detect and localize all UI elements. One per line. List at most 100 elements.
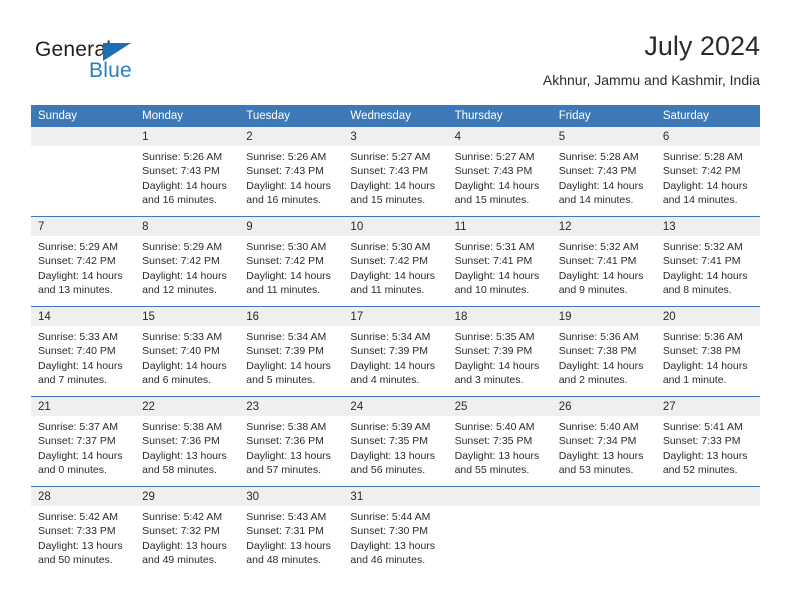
calendar-day-cell[interactable]: 9 Sunrise: 5:30 AM Sunset: 7:42 PM Daylight… [239, 216, 344, 307]
sunrise-text: Sunrise: 5:29 AM [38, 241, 118, 253]
day-number: 12 [551, 217, 656, 236]
sunrise-text: Sunrise: 5:35 AM [454, 331, 535, 343]
logo-text-blue: Blue [89, 59, 132, 82]
calendar-day-cell[interactable]: 1 Sunrise: 5:26 AM Sunset: 7:43 PM Daylight… [135, 127, 240, 217]
calendar-day-cell[interactable]: 2 Sunrise: 5:26 AM Sunset: 7:43 PM Daylight… [239, 127, 344, 217]
calendar-day-cell[interactable]: 7 Sunrise: 5:29 AM Sunset: 7:42 PM Daylight… [31, 216, 136, 307]
sunrise-text: Sunrise: 5:38 AM [246, 421, 327, 433]
day-number: 17 [343, 307, 448, 326]
calendar-day-cell[interactable]: 18 Sunrise: 5:35 AM Sunset: 7:39 PM Dayligh… [447, 306, 552, 397]
sunset-text: Sunset: 7:39 PM [246, 345, 324, 358]
day-number [31, 127, 136, 146]
calendar-day-cell[interactable]: 3 Sunrise: 5:27 AM Sunset: 7:43 PM Daylight… [343, 127, 448, 217]
calendar-day-cell[interactable]: 29 Sunrise: 5:42 AM Sunset: 7:32 PM Dayligh… [135, 486, 240, 576]
day-number: 24 [343, 397, 448, 416]
calendar-day-cell[interactable]: 8 Sunrise: 5:29 AM Sunset: 7:42 PM Daylight… [135, 216, 240, 307]
day-cell-content: 26 Sunrise: 5:40 AM Sunset: 7:34 PM Dayligh… [551, 397, 656, 486]
calendar-day-cell[interactable]: 27 Sunrise: 5:41 AM Sunset: 7:33 PM Dayligh… [655, 396, 760, 487]
calendar-day-cell[interactable]: 24 Sunrise: 5:39 AM Sunset: 7:35 PM Dayligh… [343, 396, 448, 487]
daylight-text-line2: and 53 minutes. [558, 463, 634, 476]
daylight-text-line1: Daylight: 13 hours [246, 539, 331, 552]
calendar-day-cell [551, 486, 656, 576]
daylight-text-line1: Daylight: 14 hours [350, 179, 436, 192]
calendar-day-cell[interactable]: 5 Sunrise: 5:28 AM Sunset: 7:43 PM Daylight… [551, 127, 656, 217]
day-number: 4 [447, 127, 552, 146]
calendar-day-cell[interactable]: 12 Sunrise: 5:32 AM Sunset: 7:41 PM Dayligh… [551, 216, 656, 307]
daylight-text-line2: and 16 minutes. [142, 193, 217, 206]
day-number: 16 [239, 307, 344, 326]
day-details: Sunrise: 5:38 AM Sunset: 7:36 PM Daylight:… [239, 416, 343, 477]
daylight-text-line1: Daylight: 14 hours [142, 179, 227, 192]
calendar-day-cell[interactable]: 6 Sunrise: 5:28 AM Sunset: 7:42 PM Daylight… [655, 127, 760, 217]
day-cell-content: 10 Sunrise: 5:30 AM Sunset: 7:42 PM Dayligh… [343, 217, 448, 306]
day-details: Sunrise: 5:36 AM Sunset: 7:38 PM Daylight:… [656, 326, 760, 387]
calendar-day-cell[interactable]: 10 Sunrise: 5:30 AM Sunset: 7:42 PM Dayligh… [343, 216, 448, 307]
sunrise-text: Sunrise: 5:36 AM [558, 331, 639, 343]
day-details: Sunrise: 5:43 AM Sunset: 7:31 PM Daylight:… [239, 506, 343, 567]
calendar-day-cell [31, 127, 136, 217]
calendar-day-cell[interactable]: 11 Sunrise: 5:31 AM Sunset: 7:41 PM Dayligh… [447, 216, 552, 307]
daylight-text-line1: Daylight: 14 hours [558, 359, 644, 372]
daylight-text-line1: Daylight: 14 hours [558, 269, 644, 282]
weekday-header-row: Sunday Monday Tuesday Wednesday Thursday… [31, 105, 760, 127]
calendar-day-cell[interactable]: 4 Sunrise: 5:27 AM Sunset: 7:43 PM Daylight… [447, 127, 552, 217]
calendar-day-cell [447, 486, 552, 576]
day-details: Sunrise: 5:38 AM Sunset: 7:36 PM Daylight:… [135, 416, 239, 477]
sunset-text: Sunset: 7:43 PM [246, 165, 324, 178]
calendar-day-cell[interactable]: 17 Sunrise: 5:34 AM Sunset: 7:39 PM Dayligh… [343, 306, 448, 397]
daylight-text-line2: and 10 minutes. [454, 283, 530, 296]
day-number: 27 [655, 397, 760, 416]
day-details: Sunrise: 5:28 AM Sunset: 7:43 PM Daylight:… [552, 146, 656, 207]
day-details: Sunrise: 5:29 AM Sunset: 7:42 PM Daylight:… [31, 236, 135, 297]
daylight-text-line2: and 3 minutes. [454, 373, 524, 386]
day-cell-content: 23 Sunrise: 5:38 AM Sunset: 7:36 PM Dayligh… [239, 397, 344, 486]
sunset-text: Sunset: 7:35 PM [350, 435, 429, 448]
day-cell-content [551, 487, 656, 576]
day-number: 10 [343, 217, 448, 236]
day-cell-content: 21 Sunrise: 5:37 AM Sunset: 7:37 PM Dayligh… [31, 397, 136, 486]
sunrise-text: Sunrise: 5:41 AM [662, 421, 743, 433]
daylight-text-line1: Daylight: 13 hours [662, 449, 748, 462]
calendar-day-cell[interactable]: 28 Sunrise: 5:42 AM Sunset: 7:33 PM Dayligh… [31, 486, 136, 576]
daylight-text-line1: Daylight: 14 hours [662, 179, 748, 192]
sunset-text: Sunset: 7:36 PM [246, 435, 324, 448]
day-number: 11 [447, 217, 552, 236]
daylight-text-line2: and 1 minute. [662, 373, 727, 386]
sunrise-text: Sunrise: 5:39 AM [350, 421, 431, 433]
daylight-text-line2: and 14 minutes. [558, 193, 634, 206]
calendar-day-cell[interactable]: 13 Sunrise: 5:32 AM Sunset: 7:41 PM Dayligh… [655, 216, 760, 307]
daylight-text-line1: Daylight: 14 hours [454, 269, 540, 282]
calendar-day-cell[interactable]: 25 Sunrise: 5:40 AM Sunset: 7:35 PM Dayligh… [447, 396, 552, 487]
calendar-day-cell[interactable]: 23 Sunrise: 5:38 AM Sunset: 7:36 PM Dayligh… [239, 396, 344, 487]
weekday-header-friday: Friday [551, 105, 656, 127]
sunset-text: Sunset: 7:39 PM [454, 345, 533, 358]
calendar-day-cell[interactable]: 19 Sunrise: 5:36 AM Sunset: 7:38 PM Dayligh… [551, 306, 656, 397]
calendar-week-row: 14 Sunrise: 5:33 AM Sunset: 7:40 PM Dayligh… [31, 306, 760, 397]
sunset-text: Sunset: 7:35 PM [454, 435, 533, 448]
sunrise-text: Sunrise: 5:26 AM [142, 151, 223, 163]
calendar-day-cell[interactable]: 21 Sunrise: 5:37 AM Sunset: 7:37 PM Dayligh… [31, 396, 136, 487]
sunrise-text: Sunrise: 5:30 AM [350, 241, 431, 253]
day-number: 30 [239, 487, 344, 506]
calendar-day-cell[interactable]: 16 Sunrise: 5:34 AM Sunset: 7:39 PM Dayligh… [239, 306, 344, 397]
calendar-day-cell[interactable]: 20 Sunrise: 5:36 AM Sunset: 7:38 PM Dayligh… [655, 306, 760, 397]
sunrise-text: Sunrise: 5:28 AM [558, 151, 639, 163]
daylight-text-line2: and 13 minutes. [38, 283, 113, 296]
day-cell-content: 15 Sunrise: 5:33 AM Sunset: 7:40 PM Dayligh… [135, 307, 240, 396]
day-details: Sunrise: 5:30 AM Sunset: 7:42 PM Daylight:… [343, 236, 447, 297]
day-number: 26 [551, 397, 656, 416]
daylight-text-line1: Daylight: 14 hours [246, 179, 331, 192]
calendar-day-cell[interactable]: 30 Sunrise: 5:43 AM Sunset: 7:31 PM Dayligh… [239, 486, 344, 576]
day-number: 9 [239, 217, 344, 236]
day-number: 18 [447, 307, 552, 326]
calendar-day-cell[interactable]: 26 Sunrise: 5:40 AM Sunset: 7:34 PM Dayligh… [551, 396, 656, 487]
calendar-day-cell[interactable]: 15 Sunrise: 5:33 AM Sunset: 7:40 PM Dayligh… [135, 306, 240, 397]
calendar-day-cell[interactable]: 22 Sunrise: 5:38 AM Sunset: 7:36 PM Dayligh… [135, 396, 240, 487]
calendar-grid: Sunday Monday Tuesday Wednesday Thursday… [31, 105, 760, 576]
sunrise-text: Sunrise: 5:29 AM [142, 241, 223, 253]
daylight-text-line2: and 6 minutes. [142, 373, 212, 386]
calendar-day-cell[interactable]: 31 Sunrise: 5:44 AM Sunset: 7:30 PM Dayligh… [343, 486, 448, 576]
weekday-header-wednesday: Wednesday [343, 105, 448, 127]
calendar-day-cell[interactable]: 14 Sunrise: 5:33 AM Sunset: 7:40 PM Dayligh… [31, 306, 136, 397]
day-details: Sunrise: 5:27 AM Sunset: 7:43 PM Daylight:… [343, 146, 447, 207]
